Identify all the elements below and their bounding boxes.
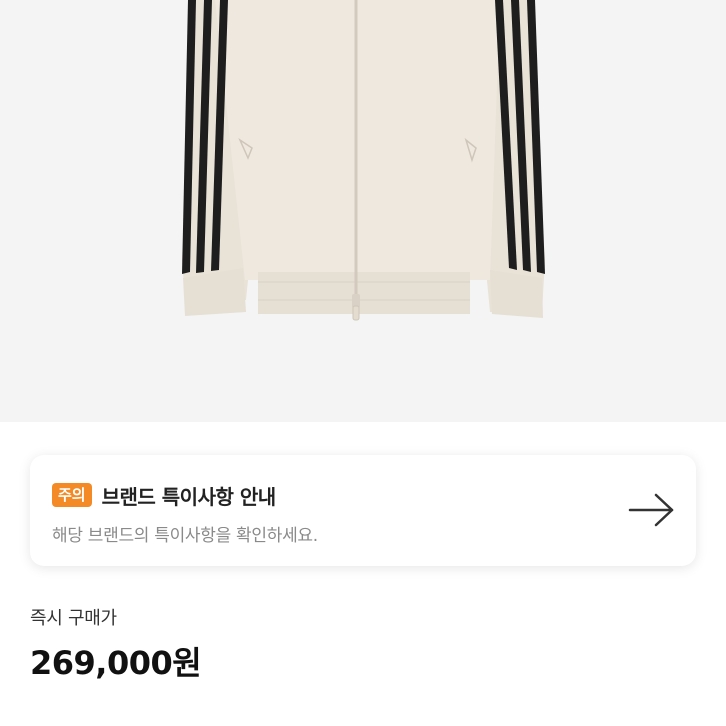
instant-buy-price-value: 269,000원 — [30, 644, 202, 682]
track-jacket-image — [182, 0, 545, 321]
notice-subtitle: 해당 브랜드의 특이사항을 확인하세요. — [52, 526, 318, 546]
product-detail-page: 주의 브랜드 특이사항 안내 해당 브랜드의 특이사항을 확인하세요. 즉시 구… — [0, 0, 726, 726]
notice-title-row: 주의 브랜드 특이사항 안내 — [52, 481, 276, 509]
caution-badge: 주의 — [52, 483, 92, 507]
instant-buy-price-label: 즉시 구매가 — [30, 608, 117, 629]
product-image[interactable] — [0, 0, 726, 422]
notice-title: 브랜드 특이사항 안내 — [101, 484, 277, 509]
brand-notice-card[interactable]: 주의 브랜드 특이사항 안내 해당 브랜드의 특이사항을 확인하세요. — [30, 455, 696, 566]
arrow-right-icon[interactable] — [628, 492, 676, 528]
